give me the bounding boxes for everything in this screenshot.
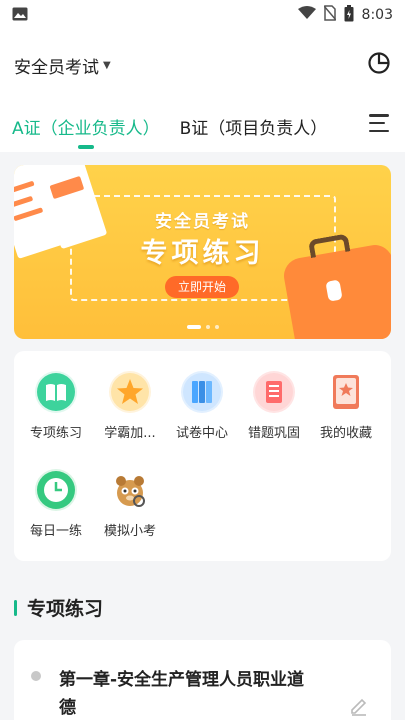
section-accent-bar	[14, 599, 17, 616]
book-icon	[35, 371, 77, 413]
grid-item-exam-center[interactable]: 试卷中心	[166, 371, 238, 441]
image-icon	[12, 6, 28, 25]
top-bar: 安全员考试 ▼	[0, 30, 405, 100]
carousel-dot	[214, 325, 219, 329]
carousel-dot	[205, 325, 210, 329]
grid-item-top-student[interactable]: 学霸加...	[94, 371, 166, 441]
bookmark-icon	[325, 371, 367, 413]
status-bar: 8:03	[0, 0, 405, 30]
menu-icon[interactable]	[369, 114, 389, 132]
tab-a-license[interactable]: A证（企业负责人）	[12, 114, 160, 149]
grid-item-wrong-questions[interactable]: 错题巩固	[238, 371, 310, 441]
grid-item-label: 错题巩固	[247, 426, 300, 441]
grid-item-label: 模拟小考	[103, 524, 156, 539]
grid-item-mock-quiz[interactable]: 模拟小考	[94, 469, 166, 539]
grid-item-label: 学霸加...	[104, 426, 156, 441]
grid-item-label: 专项练习	[29, 426, 82, 441]
pie-chart-icon[interactable]	[367, 51, 391, 79]
tab-b-license[interactable]: B证（项目负责人）	[180, 114, 328, 149]
grid-item-favorites[interactable]: 我的收藏	[310, 371, 382, 441]
banner-subtitle: 安全员考试	[155, 212, 250, 232]
chevron-down-icon: ▼	[103, 59, 111, 71]
section-header: 专项练习	[14, 594, 103, 621]
clock-time: 8:03	[361, 7, 393, 23]
grid-item-label: 试卷中心	[175, 426, 228, 441]
wifi-icon	[297, 6, 316, 24]
error-list-icon	[253, 371, 295, 413]
clock-icon	[35, 469, 77, 511]
mascot-icon	[109, 469, 151, 511]
promo-banner[interactable]: 安全员考试 专项练习 立即开始	[14, 165, 391, 339]
carousel-dots	[14, 325, 391, 329]
grid-item-special-practice[interactable]: 专项练习	[20, 371, 92, 441]
grid-item-label: 我的收藏	[319, 426, 372, 441]
grid-item-daily-practice[interactable]: 每日一练	[20, 469, 92, 539]
no-sim-icon	[322, 5, 337, 25]
chapter-bullet	[31, 671, 41, 681]
chapter-card[interactable]: 第一章-安全生产管理人员职业道德	[14, 640, 391, 720]
exam-selector[interactable]: 安全员考试 ▼	[14, 53, 367, 78]
carousel-dot	[186, 325, 201, 329]
section-title: 专项练习	[27, 598, 104, 620]
battery-icon	[344, 4, 354, 26]
start-button[interactable]: 立即开始	[165, 276, 239, 298]
chapter-title: 第一章-安全生产管理人员职业道德	[59, 670, 305, 718]
grid-item-label: 每日一练	[29, 524, 82, 539]
feature-grid: 专项练习 学霸加... 试卷中心 错题巩固 我的收藏 每日一练 模拟小考	[14, 351, 391, 561]
papers-icon	[181, 371, 223, 413]
edit-icon[interactable]	[349, 696, 369, 720]
star-icon	[109, 371, 151, 413]
license-tabs: A证（企业负责人） B证（项目负责人）	[0, 100, 405, 152]
exam-title: 安全员考试	[14, 57, 99, 78]
